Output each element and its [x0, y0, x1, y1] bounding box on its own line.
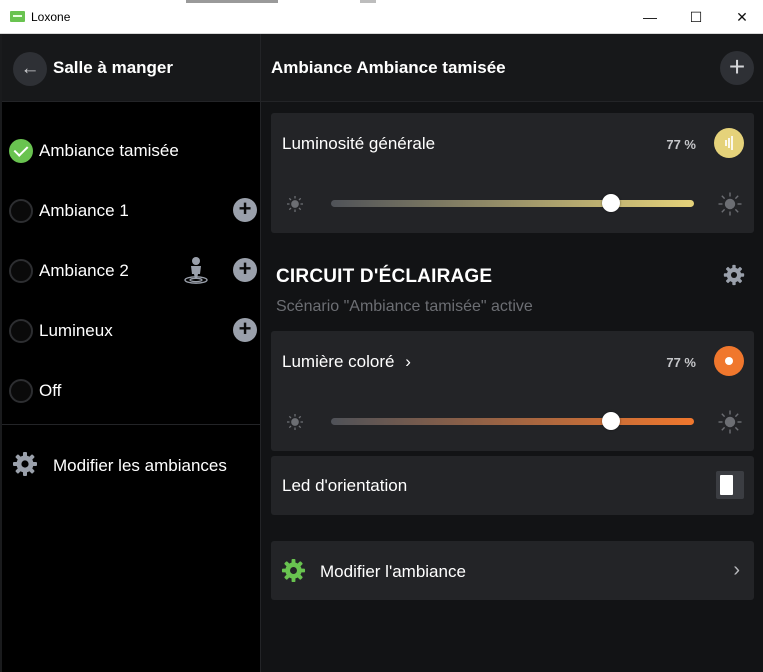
scene-item-ambiance-tamisee[interactable]: Ambiance tamisée	[2, 121, 260, 181]
master-brightness-value: 77 %	[666, 137, 696, 152]
sun-bright-icon	[718, 410, 742, 434]
modify-scenes-button[interactable]: Modifier les ambiances	[2, 442, 260, 486]
scene-item-ambiance-2[interactable]: Ambiance 2 +	[2, 241, 260, 301]
title-bar-strip-small	[360, 0, 376, 3]
title-bar-strip	[186, 0, 278, 3]
colored-light-name: Lumière coloré	[282, 352, 395, 371]
minimize-button[interactable]: —	[627, 0, 673, 34]
color-dot-icon	[725, 357, 733, 365]
colored-light-slider-knob[interactable]	[601, 412, 620, 430]
add-icon[interactable]: +	[233, 318, 257, 342]
brightness-state-icon[interactable]	[714, 128, 744, 158]
colored-light-color-icon[interactable]	[714, 346, 744, 376]
sun-bright-icon	[718, 192, 742, 216]
master-brightness-slider[interactable]	[331, 200, 694, 207]
right-header: Ambiance Ambiance tamisée +	[261, 34, 763, 102]
colored-light-label[interactable]: Lumière coloré ›	[282, 352, 411, 372]
loxone-logo-icon	[10, 11, 25, 22]
left-header: ← Salle à manger	[2, 34, 260, 102]
gear-icon	[281, 558, 306, 583]
presence-person-icon	[184, 257, 208, 284]
scene-radio[interactable]	[9, 199, 33, 223]
scene-radio[interactable]	[9, 319, 33, 343]
scene-selected-check-icon[interactable]	[9, 139, 33, 163]
section-settings-gear-icon[interactable]	[723, 264, 745, 286]
modify-scene-button[interactable]: Modifier l'ambiance ›	[271, 541, 754, 600]
scene-detail-title: Ambiance Ambiance tamisée	[271, 58, 506, 77]
scene-radio[interactable]	[9, 259, 33, 283]
close-button[interactable]: ✕	[719, 0, 763, 34]
switch-knob	[720, 475, 733, 495]
scene-label: Lumineux	[39, 321, 113, 340]
maximize-button[interactable]: ☐	[673, 0, 719, 34]
section-subtitle: Scénario "Ambiance tamisée" active	[276, 298, 533, 315]
led-orientation-card: Led d'orientation	[271, 456, 754, 515]
sun-dim-icon	[287, 196, 303, 212]
modify-scene-label: Modifier l'ambiance	[320, 562, 466, 581]
scene-radio[interactable]	[9, 379, 33, 403]
room-title: Salle à manger	[53, 58, 174, 77]
scene-detail-pane: Ambiance Ambiance tamisée + Luminosité g…	[261, 34, 763, 672]
brightness-bars-icon	[725, 136, 733, 150]
led-orientation-label: Led d'orientation	[282, 476, 408, 495]
scene-item-off[interactable]: Off	[2, 361, 260, 421]
master-brightness-slider-knob[interactable]	[601, 194, 620, 212]
add-icon[interactable]: +	[233, 198, 257, 222]
led-orientation-switch[interactable]	[716, 471, 744, 499]
chevron-right-icon: ›	[405, 352, 411, 371]
master-brightness-card: Luminosité générale 77 %	[271, 113, 754, 233]
scene-item-ambiance-1[interactable]: Ambiance 1 +	[2, 181, 260, 241]
scene-label: Ambiance tamisée	[39, 141, 179, 160]
scene-item-lumineux[interactable]: Lumineux +	[2, 301, 260, 361]
scene-label: Ambiance 2	[39, 261, 129, 280]
section-title: CIRCUIT D'ÉCLAIRAGE	[276, 266, 493, 287]
back-button[interactable]: ←	[13, 52, 47, 86]
sun-dim-icon	[287, 414, 303, 430]
chevron-right-icon: ›	[733, 559, 740, 581]
title-bar: Loxone — ☐ ✕	[0, 0, 763, 34]
modify-scenes-label: Modifier les ambiances	[53, 456, 227, 475]
divider	[2, 424, 260, 425]
scene-label: Off	[39, 381, 62, 400]
master-brightness-label: Luminosité générale	[282, 134, 436, 153]
colored-light-slider[interactable]	[331, 418, 694, 425]
add-button[interactable]: +	[720, 51, 754, 85]
scene-label: Ambiance 1	[39, 201, 129, 220]
colored-light-card[interactable]: Lumière coloré › 77 %	[271, 331, 754, 451]
gear-icon	[13, 452, 37, 476]
add-icon[interactable]: +	[233, 258, 257, 282]
window-title: Loxone	[31, 10, 71, 24]
colored-light-value: 77 %	[666, 355, 696, 370]
scene-list-pane: ← Salle à manger Ambiance tamisée Ambian…	[0, 34, 260, 672]
